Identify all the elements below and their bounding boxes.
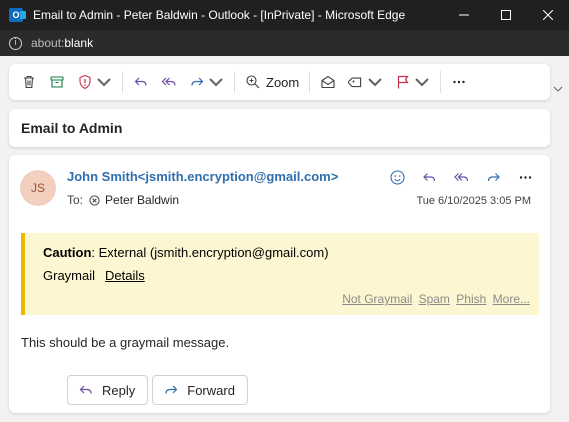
subject-header: Email to Admin <box>9 109 550 147</box>
url-scheme: about: <box>31 36 65 50</box>
caution-detail: : External (jsmith.encryption@gmail.com) <box>91 245 329 260</box>
zoom-button[interactable]: Zoom <box>239 68 305 96</box>
mark-read-icon <box>321 75 335 89</box>
recipient-name[interactable]: Peter Baldwin <box>105 193 179 207</box>
details-link[interactable]: Details <box>105 268 145 283</box>
reply-all-button[interactable] <box>155 68 183 96</box>
outlook-icon: O <box>9 8 26 22</box>
message-card: JS John Smith<jsmith.encryption@gmail.co… <box>9 155 550 413</box>
more-icon <box>453 80 465 84</box>
title-bar: O Email to Admin - Peter Baldwin - Outlo… <box>0 0 569 30</box>
chevron-down-icon <box>209 78 223 87</box>
recipient-row: To: Peter Baldwin <box>67 193 179 207</box>
close-button[interactable] <box>527 0 569 30</box>
reply-icon <box>134 77 147 86</box>
toolbar-divider <box>440 71 442 93</box>
forward-button[interactable] <box>183 68 230 96</box>
address-bar[interactable]: i about:blank <box>0 30 569 56</box>
message-more-button[interactable] <box>509 166 541 188</box>
expand-ribbon-chevron-icon[interactable] <box>553 84 563 94</box>
to-label: To: <box>67 193 84 207</box>
caution-actions: Not Graymail Spam Phish More... <box>339 292 530 306</box>
graymail-row: Graymail Details <box>43 268 145 283</box>
maximize-icon <box>501 10 511 20</box>
window-title: Email to Admin - Peter Baldwin - Outlook… <box>33 8 406 22</box>
more-actions-button[interactable] <box>445 68 473 96</box>
caution-banner: Caution: External (jsmith.encryption@gma… <box>21 233 539 315</box>
message-actions <box>381 166 541 188</box>
reply-actions: Reply Forward <box>67 375 252 405</box>
toolbar-divider <box>234 71 235 93</box>
archive-button[interactable] <box>43 68 71 96</box>
maximize-button[interactable] <box>485 0 527 30</box>
message-toolbar: Zoom <box>9 64 550 100</box>
recipient-remove-icon <box>89 194 100 206</box>
close-icon <box>543 10 553 20</box>
report-icon <box>79 74 91 90</box>
minimize-button[interactable] <box>443 0 485 30</box>
reply-icon <box>79 385 92 394</box>
mark-read-button[interactable] <box>314 68 342 96</box>
forward-icon <box>165 385 178 394</box>
reply-all-icon <box>453 172 468 181</box>
url-page: blank <box>64 36 94 50</box>
chevron-down-icon <box>368 78 382 87</box>
reply-all-icon <box>161 77 176 86</box>
graymail-label: Graymail <box>43 268 96 283</box>
flag-button[interactable] <box>389 68 436 96</box>
more-icon <box>519 175 531 179</box>
forward-icon <box>487 172 500 181</box>
zoom-icon <box>246 75 260 89</box>
reply-label: Reply <box>102 382 136 398</box>
info-icon[interactable]: i <box>9 36 22 50</box>
message-date: Tue 6/10/2025 3:05 PM <box>416 195 531 207</box>
emoji-icon <box>389 169 405 185</box>
address-url[interactable]: about:blank <box>31 36 93 50</box>
forward-icon <box>191 77 204 86</box>
chevron-down-icon <box>415 78 429 87</box>
forward-label: Forward <box>187 382 235 398</box>
tag-icon <box>348 77 362 88</box>
not-graymail-link[interactable]: Not Graymail <box>342 292 412 306</box>
message-reply-all-button[interactable] <box>445 166 477 188</box>
flag-icon <box>398 75 409 89</box>
minimize-icon <box>459 14 469 16</box>
reply-button[interactable] <box>127 68 155 96</box>
more-link[interactable]: More... <box>493 292 530 306</box>
message-subject: Email to Admin <box>21 120 123 136</box>
chevron-down-icon <box>97 78 111 87</box>
delete-button[interactable] <box>15 68 43 96</box>
avatar[interactable]: JS <box>20 170 56 206</box>
categorize-button[interactable] <box>342 68 389 96</box>
react-button[interactable] <box>381 166 413 188</box>
message-forward-button[interactable] <box>477 166 509 188</box>
toolbar-divider <box>122 71 123 93</box>
caution-text: Caution: External (jsmith.encryption@gma… <box>43 245 329 260</box>
forward-bottom-button[interactable]: Forward <box>152 375 248 405</box>
sender-name[interactable]: John Smith<jsmith.encryption@gmail.com> <box>67 169 338 184</box>
message-reply-button[interactable] <box>413 166 445 188</box>
message-body: This should be a graymail message. <box>21 335 230 350</box>
archive-icon <box>50 76 64 88</box>
toolbar-divider <box>309 71 311 93</box>
window-controls <box>443 0 569 30</box>
caution-label: Caution <box>43 245 92 260</box>
reply-icon <box>422 172 435 181</box>
spam-link[interactable]: Spam <box>419 292 450 306</box>
reply-bottom-button[interactable]: Reply <box>67 375 149 405</box>
phish-link[interactable]: Phish <box>456 292 486 306</box>
report-button[interactable] <box>71 68 118 96</box>
zoom-label: Zoom <box>266 74 300 90</box>
delete-icon <box>24 75 34 89</box>
